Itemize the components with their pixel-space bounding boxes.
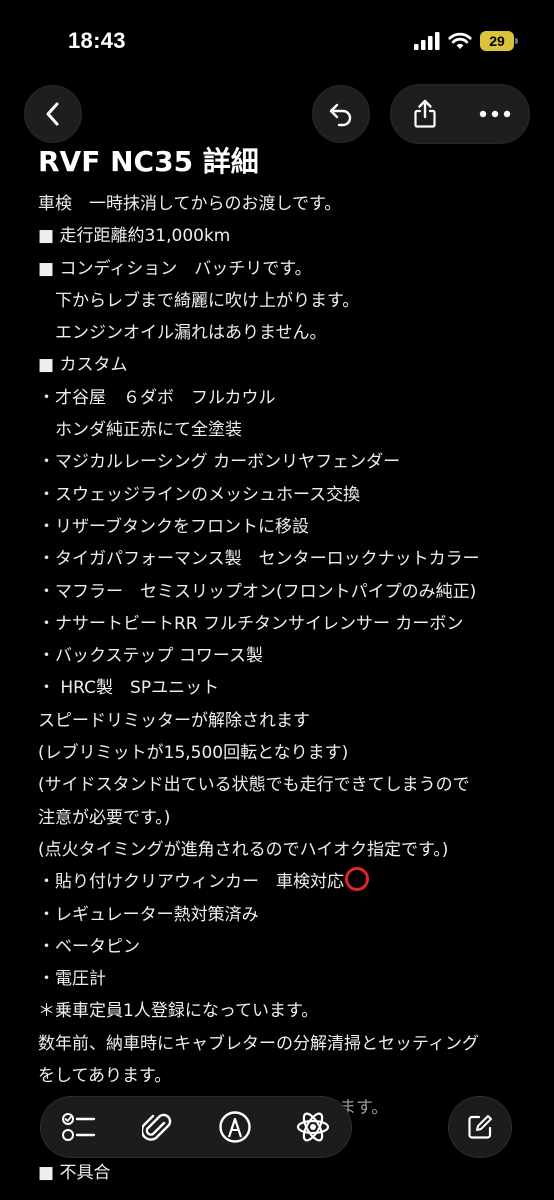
share-icon [414,99,436,128]
attachment-button[interactable] [118,1096,196,1158]
apple-intelligence-button[interactable] [274,1096,352,1158]
note-line: ・レギュレーター熱対策済み [38,899,538,931]
undo-arrow-icon [329,103,352,127]
note-line-text: ・バックステップ コワース製 [38,646,264,667]
note-line: ■ コンディション バッチリです。 [38,253,538,285]
note-line: ■ カスタム [38,349,538,381]
cellular-signal-icon [414,32,440,50]
note-line: スピードリミッターが解除されます [38,705,538,737]
undo-button[interactable] [312,85,370,143]
note-line-text: ・レギュレーター熱対策済み [38,904,259,925]
note-line: (レブリミットが15,500回転となります) [38,737,538,769]
note-line-text: 下からレブまで綺麗に吹け上がります。 [38,290,360,311]
note-line: ・タイガパフォーマンス製 センターロックナットカラー [38,543,538,575]
note-line: ■ 走行距離約31,000km [38,220,538,252]
note-line-text: (点火タイミングが進角されるのでハイオク指定です。) [38,839,449,860]
back-button[interactable] [24,85,82,143]
note-line-text: (レブリミットが15,500回転となります) [38,743,349,764]
note-line-text: ・才谷屋 ６ダボ フルカウル [38,387,276,408]
note-line-text: ・ナサートビートRR フルチタンサイレンサー カーボン [38,613,464,634]
note-line: 下からレブまで綺麗に吹け上がります。 [38,285,538,317]
markup-button[interactable] [196,1096,274,1158]
ellipsis-icon [479,110,511,118]
status-icons: 29 [414,30,518,52]
note-line-text: ＊乗車定員1人登録になっています。 [38,1001,319,1022]
apple-intelligence-icon [296,1112,330,1142]
note-line-text: ■ コンディション バッチリです。 [38,258,312,279]
more-button[interactable] [460,84,530,144]
compose-button[interactable] [448,1096,512,1158]
note-line-text: スピードリミッターが解除されます [38,710,310,731]
note-line: ・貼り付けクリアウィンカー 車検対応 [38,866,538,898]
note-line-text: ・マジカルレーシング カーボンリヤフェンダー [38,452,401,473]
note-line-text: ・ HRC製 SPユニット [38,678,220,699]
note-line-text: 注意が必要です。) [38,807,171,828]
note-line-text: エンジンオイル漏れはありません。 [38,323,327,344]
battery-level: 29 [489,33,505,49]
note-line: ・ベータピン [38,931,538,963]
note-line: ・ HRC製 SPユニット [38,672,538,704]
note-line: ・バックステップ コワース製 [38,640,538,672]
note-line-text: ・貼り付けクリアウィンカー 車検対応 [38,872,344,893]
note-line: ・スウェッジラインのメッシュホース交換 [38,479,538,511]
note-line-text: をしてあります。 [38,1066,172,1087]
note-line: 車検 一時抹消してからのお渡しです。 [38,188,538,220]
chevron-left-icon [46,102,59,126]
note-line-text: 数年前、納車時にキャブレターの分解清掃とセッティング [38,1033,479,1054]
note-line-text: ・マフラー セミスリップオン(フロントパイプのみ純正) [38,581,477,602]
note-line: ＊乗車定員1人登録になっています。 [38,995,538,1027]
battery-icon: 29 [480,31,518,51]
note-line: (点火タイミングが進角されるのでハイオク指定です。) [38,834,538,866]
note-line: ・リザーブタンクをフロントに移設 [38,511,538,543]
note-line: エンジンオイル漏れはありません。 [38,317,538,349]
note-line-text: ・電圧計 [38,969,106,990]
note-line: をしてあります。 [38,1060,538,1092]
pen-markup-icon [219,1111,251,1143]
note-line-text: ・ベータピン [38,936,140,957]
red-circle-mark-icon [345,867,369,892]
note-line-text: ・リザーブタンクをフロントに移設 [38,516,309,537]
note-line: ・ナサートビートRR フルチタンサイレンサー カーボン [38,608,538,640]
note-line-text: ・タイガパフォーマンス製 センターロックナットカラー [38,549,480,570]
note-line-text: ・スウェッジラインのメッシュホース交換 [38,484,361,505]
note-line: ■ 不具合 [38,1157,538,1189]
note-line-text: ■ 走行距離約31,000km [38,226,231,247]
checklist-button[interactable] [40,1096,118,1158]
note-line: ・マフラー セミスリップオン(フロントパイプのみ純正) [38,576,538,608]
note-line-text: ホンダ純正赤にて全塗装 [38,420,242,441]
compose-icon [468,1115,492,1139]
checklist-icon [62,1113,96,1141]
note-line: (サイドスタンド出ている状態でも走行できてしまうので [38,769,538,801]
actions-pill [390,84,530,144]
note-line-text: ■ カスタム [38,355,128,376]
note-line: ・マジカルレーシング カーボンリヤフェンダー [38,446,538,478]
note-line: ホンダ純正赤にて全塗装 [38,414,538,446]
paperclip-icon [142,1113,172,1141]
note-title: RVF NC35 詳細 [38,145,259,178]
status-time: 18:43 [68,28,126,53]
share-button[interactable] [390,84,460,144]
note-line: 数年前、納車時にキャブレターの分解清掃とセッティング [38,1028,538,1060]
note-line: 注意が必要です。) [38,802,538,834]
note-line-text: 車検 一時抹消してからのお渡しです。 [38,194,342,214]
wifi-icon [448,32,472,49]
note-line: ・電圧計 [38,963,538,995]
note-line: ・才谷屋 ６ダボ フルカウル [38,382,538,414]
bottom-toolbar [40,1096,352,1158]
note-line-text: (サイドスタンド出ている状態でも走行できてしまうので [38,775,470,796]
note-body[interactable]: 車検 一時抹消してからのお渡しです。 ■ 走行距離約31,000km ■ コンデ… [38,188,538,1189]
note-line-text: ■ 不具合 [38,1162,111,1183]
